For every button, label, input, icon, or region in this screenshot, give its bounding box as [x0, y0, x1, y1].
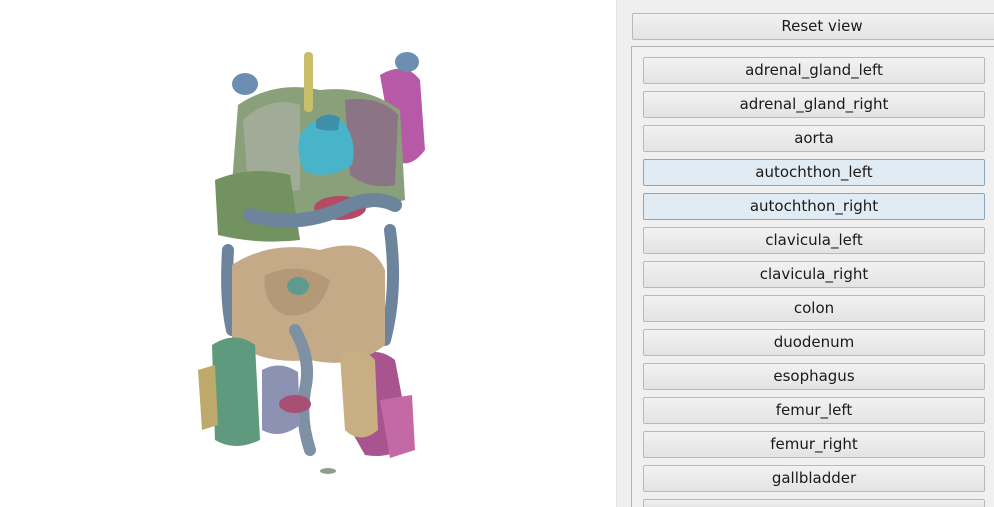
- organ-mesh: [345, 99, 398, 187]
- structure-button[interactable]: gallbladder: [643, 465, 985, 492]
- structure-button[interactable]: colon: [643, 295, 985, 322]
- reset-view-button[interactable]: Reset view: [632, 13, 994, 40]
- structure-button[interactable]: adrenal_gland_left: [643, 57, 985, 84]
- anatomy-render: [198, 52, 425, 474]
- structure-button[interactable]: autochthon_left: [643, 159, 985, 186]
- organ-mesh: [320, 468, 336, 474]
- organ-mesh: [198, 365, 218, 430]
- structure-button[interactable]: adrenal_gland_right: [643, 91, 985, 118]
- organ-mesh: [221, 244, 238, 336]
- structure-button[interactable]: femur_left: [643, 397, 985, 424]
- organ-mesh: [304, 52, 313, 112]
- structure-button[interactable]: aorta: [643, 125, 985, 152]
- structure-list[interactable]: adrenal_gland_left adrenal_gland_right a…: [631, 46, 994, 507]
- structure-button[interactable]: femur_right: [643, 431, 985, 458]
- structure-button[interactable]: clavicula_right: [643, 261, 985, 288]
- organ-mesh: [287, 277, 309, 295]
- structure-button[interactable]: autochthon_right: [643, 193, 985, 220]
- structure-panel: Reset view adrenal_gland_left adrenal_gl…: [616, 0, 994, 507]
- structure-button[interactable]: [643, 499, 985, 507]
- structure-button[interactable]: clavicula_left: [643, 227, 985, 254]
- organ-mesh: [279, 395, 311, 413]
- structure-button[interactable]: duodenum: [643, 329, 985, 356]
- organ-mesh: [395, 52, 419, 72]
- organ-mesh: [340, 351, 378, 438]
- organ-mesh: [212, 337, 260, 446]
- structure-button[interactable]: esophagus: [643, 363, 985, 390]
- organ-mesh: [379, 224, 400, 346]
- 3d-render-viewport[interactable]: [0, 0, 616, 507]
- organ-mesh: [232, 73, 258, 95]
- organ-mesh: [215, 171, 300, 242]
